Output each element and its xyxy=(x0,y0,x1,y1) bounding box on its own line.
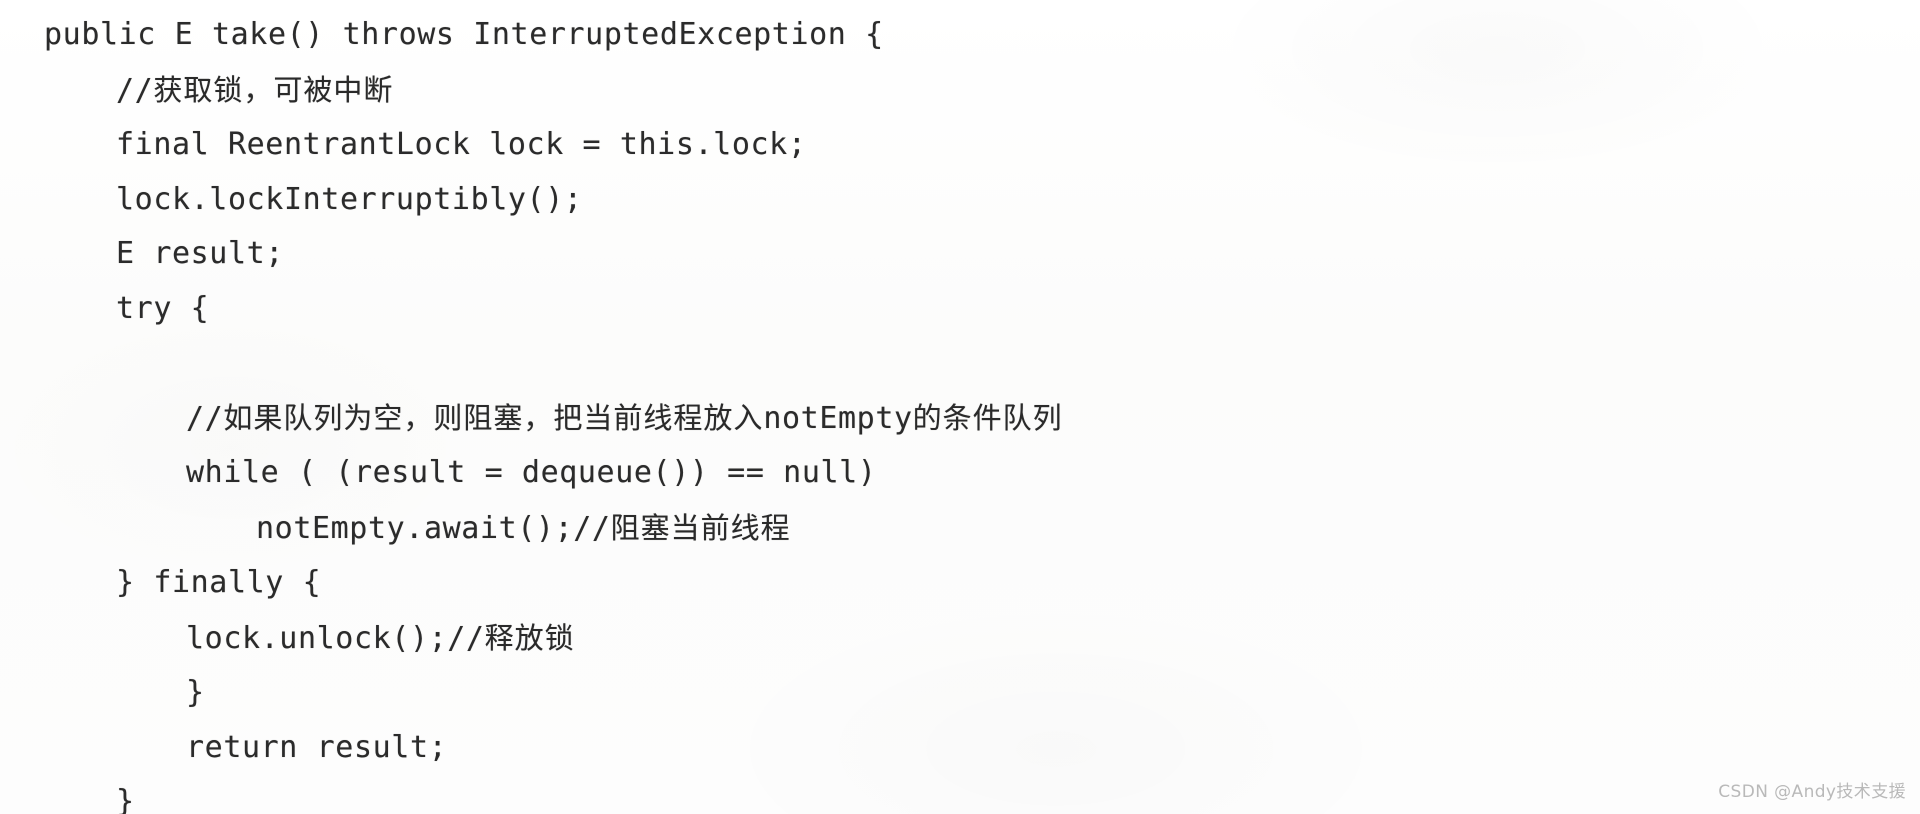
code-line: //获取锁，可被中断 xyxy=(0,63,1920,119)
csdn-watermark: CSDN @Andy技术支援 xyxy=(1718,782,1906,802)
code-line: return result; xyxy=(0,721,1920,776)
code-text: lock.unlock();// xyxy=(186,620,485,656)
code-text: // xyxy=(116,72,154,108)
code-line: lock.lockInterruptibly(); xyxy=(0,173,1920,228)
code-text: } xyxy=(186,675,205,710)
code-line: try { xyxy=(0,282,1920,337)
code-text: E result; xyxy=(116,236,284,271)
code-listing: public E take() throws InterruptedExcept… xyxy=(0,0,1920,814)
code-text: notEmpty.await();// xyxy=(256,510,611,546)
code-text: public E take() throws InterruptedExcept… xyxy=(44,17,884,52)
code-comment-cjk: 如果队列为空，则阻塞，把当前线程放入 xyxy=(223,400,764,435)
code-line: E result; xyxy=(0,227,1920,282)
code-text: while ( (result = dequeue()) == null) xyxy=(186,455,877,490)
code-comment-cjk: 释放锁 xyxy=(484,620,575,655)
code-comment-cjk: 获取锁，可被中断 xyxy=(153,72,394,107)
code-line: final ReentrantLock lock = this.lock; xyxy=(0,118,1920,173)
code-line: lock.unlock();//释放锁 xyxy=(0,611,1920,667)
code-text: try { xyxy=(116,290,210,326)
code-text: // xyxy=(186,400,224,436)
code-line: //如果队列为空，则阻塞，把当前线程放入notEmpty的条件队列 xyxy=(0,391,1920,447)
code-text: final ReentrantLock lock = this.lock; xyxy=(116,127,807,162)
code-comment-cjk: 阻塞当前线程 xyxy=(610,510,791,545)
code-line: public E take() throws InterruptedExcept… xyxy=(0,8,1920,63)
code-text: } xyxy=(116,784,135,814)
code-text: notEmpty xyxy=(763,400,913,436)
code-comment-cjk: 的条件队列 xyxy=(912,400,1063,435)
code-text: return result; xyxy=(186,729,448,765)
code-line: } xyxy=(0,775,1920,814)
code-line: } finally { xyxy=(0,556,1920,611)
code-text: } finally { xyxy=(116,565,322,600)
code-line: } xyxy=(0,666,1920,721)
code-line: notEmpty.await();//阻塞当前线程 xyxy=(0,501,1920,557)
code-line: while ( (result = dequeue()) == null) xyxy=(0,446,1920,501)
code-text: lock.lockInterruptibly(); xyxy=(116,181,583,217)
scanned-code-page: public E take() throws InterruptedExcept… xyxy=(0,0,1920,814)
